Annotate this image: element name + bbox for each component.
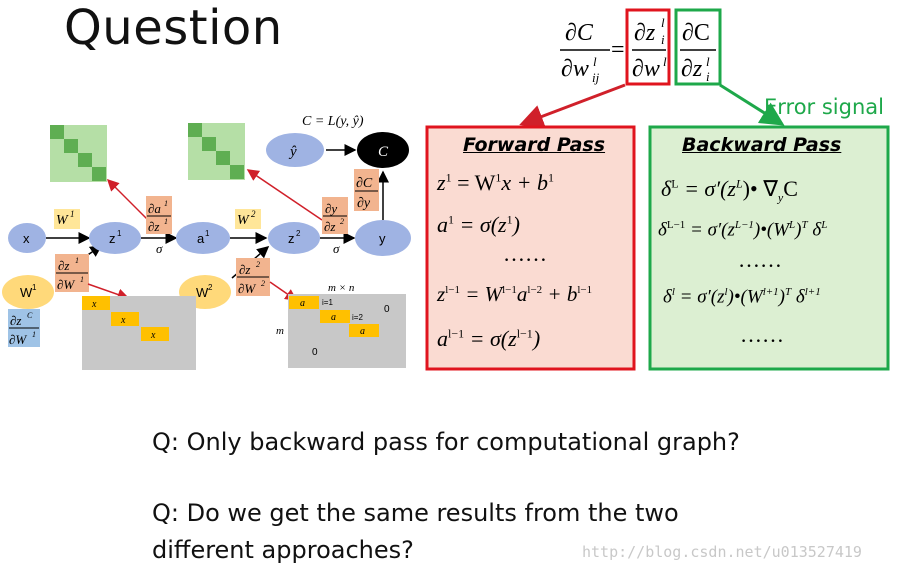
formula-fwd-num: ∂z	[634, 20, 656, 46]
backward-eq-2: δL−1 = σ′(zL−1)•(WL)T δL	[658, 219, 828, 241]
svg-text:2: 2	[208, 283, 213, 292]
formula-equals: =	[611, 37, 625, 63]
forward-eq-4: al−1 = σ(zl−1)	[437, 326, 541, 351]
svg-text:0: 0	[312, 347, 318, 358]
node-C-label: C	[378, 144, 389, 160]
svg-text:∂z: ∂z	[148, 219, 159, 234]
deriv-da1-dz1: ∂a 1 ∂z 1	[146, 196, 172, 234]
svg-text:1: 1	[32, 283, 37, 292]
svg-text:a: a	[331, 312, 336, 323]
svg-text:1: 1	[117, 229, 122, 238]
svg-text:∂W: ∂W	[238, 281, 256, 296]
backward-pass-title: Backward Pass	[682, 134, 842, 156]
sigma-label-2: σ	[333, 241, 340, 256]
node-yhat-label: ŷ	[288, 144, 297, 160]
svg-text:1: 1	[70, 209, 75, 219]
deriv-dz1-dW1: ∂z 1 ∂W 1	[55, 254, 89, 292]
formula-fwd-den: ∂w	[632, 56, 660, 82]
question-1: Q: Only backward pass for computational …	[152, 428, 740, 456]
jacobian-block-2	[188, 123, 245, 180]
svg-text:C: C	[27, 311, 33, 320]
svg-text:a: a	[300, 298, 305, 309]
svg-text:x: x	[150, 330, 156, 341]
weight-label-w2: W	[237, 213, 250, 228]
matrix-2-dims: m × n	[328, 282, 355, 294]
formula-fwd-den-sup: l	[663, 54, 667, 69]
forward-eq-1: z1 = W1x + b1	[437, 170, 554, 195]
backward-eq-1: δL = σ′(zL)• ∇yC	[661, 176, 798, 205]
node-z2-label: z	[288, 231, 295, 246]
svg-text:1: 1	[205, 229, 210, 238]
formula-lhs-den-sup: l	[593, 54, 597, 69]
svg-text:x: x	[120, 315, 126, 326]
forward-pointer-arrow	[519, 83, 626, 128]
svg-text:1: 1	[75, 256, 79, 265]
formula-bwd-den-sub: i	[706, 69, 710, 84]
deriv-dy-dz2: ∂y ∂z 2	[322, 197, 348, 234]
backward-ellipsis-2: ……	[740, 322, 784, 347]
deriv-dz2-dW2: ∂z 2 ∂W 2	[236, 258, 270, 296]
svg-text:∂W: ∂W	[9, 332, 27, 347]
watermark-text: http://blog.csdn.net/u013527419	[582, 543, 862, 561]
forward-eq-2: a1 = σ(z1)	[437, 212, 520, 237]
formula-fwd-num-sup: l	[661, 15, 665, 30]
matrix-2-m: m	[276, 325, 284, 337]
svg-text:1: 1	[80, 275, 84, 284]
formula-lhs-num: ∂C	[565, 20, 594, 46]
question-2-line-2: different approaches?	[152, 536, 414, 564]
forward-eq-3: zl−1 = Wl−1al−2 + bl−1	[437, 282, 593, 306]
svg-text:a: a	[360, 326, 365, 337]
weight-label-w1: W	[56, 213, 69, 228]
backward-ellipsis-1: ……	[738, 247, 782, 272]
svg-text:∂z: ∂z	[10, 313, 21, 328]
question-2-line-1: Q: Do we get the same results from the t…	[152, 499, 679, 527]
deriv-dC-dy: ∂C ∂y	[354, 169, 379, 211]
svg-text:i=1: i=1	[322, 298, 333, 307]
jacobian-arrow-1	[106, 178, 151, 223]
svg-text:1: 1	[164, 217, 168, 226]
svg-text:∂y: ∂y	[325, 201, 337, 216]
backward-eq-3: δl = σ′(zl)•(Wl+1)T δl+1	[663, 286, 821, 308]
svg-text:2: 2	[296, 229, 301, 238]
node-z1-label: z	[109, 231, 116, 246]
svg-text:∂y: ∂y	[357, 196, 371, 211]
sigma-label-1: σ	[156, 241, 163, 256]
node-x-label: x	[23, 231, 30, 246]
cost-function-label: C = L(y, ŷ)	[302, 114, 364, 129]
svg-text:1: 1	[164, 199, 168, 208]
svg-text:∂z: ∂z	[324, 219, 335, 234]
svg-text:2: 2	[251, 209, 256, 219]
error-signal-label: Error signal	[764, 95, 884, 119]
header-formula: ∂C ∂w l ij = ∂z l i ∂w l ∂C ∂z l i	[560, 8, 722, 86]
svg-text:∂C: ∂C	[356, 176, 373, 191]
node-a1-label: a	[197, 231, 205, 246]
svg-text:1: 1	[32, 330, 36, 339]
node-y-label: y	[379, 231, 386, 246]
matrix-arrow-1	[87, 283, 130, 301]
svg-text:0: 0	[384, 304, 390, 315]
svg-text:∂z: ∂z	[58, 258, 69, 273]
forward-ellipsis: ……	[503, 241, 547, 266]
formula-bwd-den-sup: l	[706, 54, 710, 69]
formula-lhs-den: ∂w	[561, 56, 589, 82]
matrix-2: m × n m a i=1 a i=2 a 0 0	[276, 282, 406, 368]
svg-text:2: 2	[261, 279, 265, 288]
svg-text:2: 2	[256, 260, 260, 269]
svg-text:∂a: ∂a	[148, 201, 161, 216]
svg-text:x: x	[91, 299, 97, 310]
forward-pass-title: Forward Pass	[463, 134, 606, 156]
formula-lhs-den-sub: ij	[592, 70, 600, 85]
formula-fwd-num-sub: i	[661, 32, 665, 47]
matrix-1: x x x	[82, 296, 196, 370]
jacobian-block-1	[50, 125, 107, 182]
svg-text:2: 2	[340, 217, 344, 226]
svg-text:i=2: i=2	[352, 313, 363, 322]
formula-bwd-den: ∂z	[681, 56, 703, 82]
deriv-dzC-dW1: ∂z C ∂W 1	[8, 309, 40, 347]
svg-text:∂W: ∂W	[57, 277, 75, 292]
svg-text:∂z: ∂z	[239, 262, 250, 277]
formula-bwd-num: ∂C	[682, 20, 710, 46]
